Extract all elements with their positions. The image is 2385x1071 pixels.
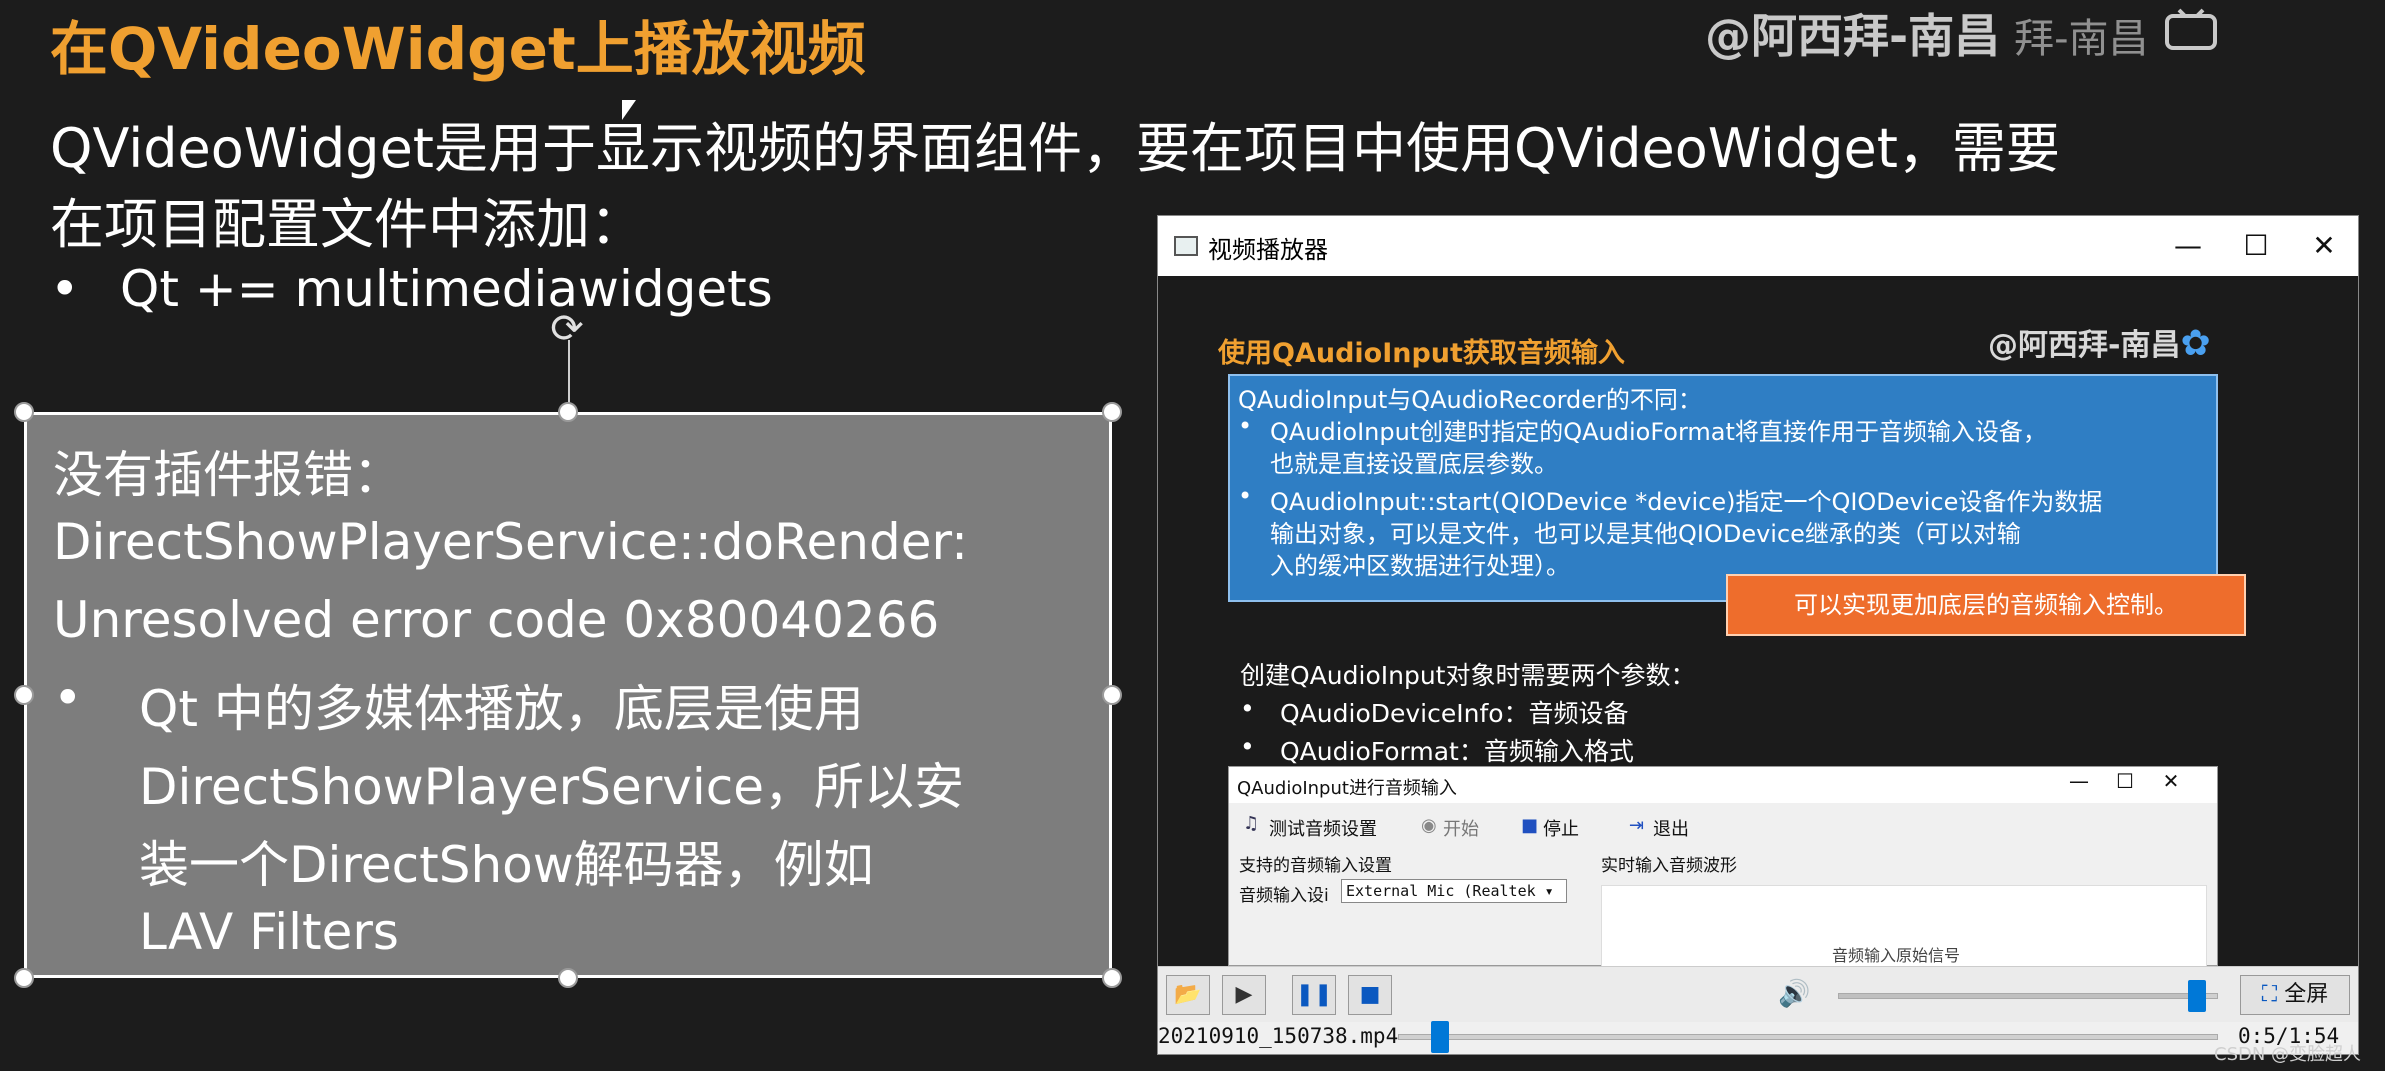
volume-slider[interactable] [1838,980,2218,1012]
test-audio-label: 测试音频设置 [1269,819,1377,840]
seek-slider[interactable] [1398,1021,2218,1053]
bullet-dot: • [1240,694,1255,723]
fullscreen-button[interactable]: ⛶ 全屏 [2240,975,2350,1015]
play-button[interactable]: ▶ [1222,975,1266,1015]
params-intro: 创建QAudioInput对象时需要两个参数： [1240,661,1696,690]
config-bullet: • Qt += multimediawidgets [50,260,773,318]
explain-line-4: LAV Filters [139,903,399,961]
bullet-dot: • [1238,482,1253,510]
orange-note: 可以实现更加底层的音频输入控制。 [1726,574,2246,636]
control-bar: 📂 ▶ ❚❚ ■ 🔊 ⛶ 全屏 [1158,966,2358,1023]
bullet-dot: • [1240,732,1255,761]
bullet-dot: • [50,260,80,318]
window-title: 视频播放器 [1208,236,1328,264]
explain-line-1: Qt 中的多媒体播放，底层是使用 [139,680,864,738]
device-combo: External Mic (Realtek ▾ [1341,879,1567,903]
resize-handle-nw[interactable] [14,402,34,422]
video-player-window: 视频播放器 — ☐ ✕ 使用QAudioInput获取音频输入 @阿西拜-南昌✿… [1157,215,2359,1055]
inner-title-bar: QAudioInput进行音频输入 — ☐ ✕ [1229,767,2217,803]
inner-maximize-icon: ☐ [2116,769,2134,793]
resize-handle-sw[interactable] [14,968,34,988]
inner-toolbar: ♫ 测试音频设置 ◉ 开始 ■ 停止 ⇥ 退出 [1229,803,2217,849]
video-watermark-text: @阿西拜-南昌 [1988,328,2181,363]
video-heading: 使用QAudioInput获取音频输入 [1218,338,1625,369]
inner-minimize-icon: — [2069,769,2089,793]
device-label: 音频输入设i [1239,886,1329,906]
error-line-2: DirectShowPlayerService::doRender: [53,513,968,571]
resize-handle-se[interactable] [1102,968,1122,988]
exit-icon: ⇥ [1629,815,1645,836]
video-widget[interactable]: 使用QAudioInput获取音频输入 @阿西拜-南昌✿ QAudioInput… [1158,276,2358,966]
intro-line-1: QVideoWidget是用于显示视频的界面组件，要在项目中使用QVideoWi… [50,117,2060,180]
param-1: QAudioDeviceInfo：音频设备 [1280,699,1629,728]
watermark-text: @阿西拜-南昌 [1705,9,2001,63]
comparison-box: QAudioInput与QAudioRecorder的不同： • QAudioI… [1228,374,2218,602]
comparison-b1-line2: 也就是直接设置底层参数。 [1270,450,1558,478]
open-file-button[interactable]: 📂 [1166,975,1210,1015]
fullscreen-label: 全屏 [2284,982,2329,1007]
fullscreen-icon: ⛶ [2261,982,2278,1007]
bullet-dot: • [1238,412,1253,440]
app-icon [1174,236,1198,256]
comparison-title: QAudioInput与QAudioRecorder的不同： [1238,386,1702,414]
stop-label: 停止 [1543,819,1579,840]
inner-window-title: QAudioInput进行音频输入 [1237,778,1457,799]
device-value: External Mic (Realtek [1346,882,1536,900]
title-bar[interactable]: 视频播放器 — ☐ ✕ [1158,216,2358,276]
error-line-3: Unresolved error code 0x80040266 [53,591,940,649]
stop-square-icon: ■ [1521,815,1539,836]
resize-handle-w[interactable] [14,685,34,705]
rotate-handle-icon[interactable]: ⟳ [546,308,588,350]
maximize-button[interactable]: ☐ [2226,226,2286,266]
resize-handle-s[interactable] [558,968,578,988]
slide-title: 在QVideoWidget上播放视频 [50,15,866,83]
intro-line-2: 在项目配置文件中添加： [50,193,644,256]
comparison-b2-line2: 输出对象，可以是文件，也可以是其他QIODevice继承的类（可以对输 [1270,520,2021,548]
stop-button[interactable]: ■ [1348,975,1392,1015]
volume-fill [1839,994,2206,998]
config-line: Qt += multimediawidgets [120,260,773,318]
explain-line-3: 装一个DirectShow解码器，例如 [139,836,874,894]
volume-icon[interactable]: 🔊 [1778,979,1810,1009]
wave-caption: 音频输入原始信号 [1832,946,1961,965]
exit-label: 退出 [1653,819,1689,840]
video-watermark: @阿西拜-南昌✿ [1988,320,2211,364]
comparison-b1-line1: QAudioInput创建时指定的QAudioFormat将直接作用于音频输入设… [1270,418,2047,446]
status-bar: 20210910_150738.mp4 0:5/1:54 [1158,1021,2358,1054]
waveform-group: 实时输入音频波形 [1601,856,1737,876]
start-radio-icon: ◉ [1421,815,1437,836]
bilibili-logo-icon [2163,5,2219,65]
error-text-box[interactable]: 没有插件报错： DirectShowPlayerService::doRende… [24,412,1112,978]
csdn-watermark: CSDN @变脸超人 [2214,1044,2362,1065]
file-name: 20210910_150738.mp4 [1158,1024,1399,1048]
pause-button[interactable]: ❚❚ [1292,975,1336,1015]
inner-close-icon: ✕ [2162,769,2180,793]
waveform-chart: 音频输入原始信号 [1601,885,2207,966]
seek-thumb[interactable] [1431,1021,1449,1053]
comparison-b2-line1: QAudioInput::start(QIODevice *device)指定一… [1270,488,2103,516]
minimize-button[interactable]: — [2158,226,2218,266]
bullet-dot: • [53,669,83,727]
resize-handle-e[interactable] [1102,685,1122,705]
volume-thumb[interactable] [2188,980,2207,1012]
close-button[interactable]: ✕ [2294,226,2354,266]
supported-settings-group: 支持的音频输入设置 [1239,856,1392,876]
explain-line-2: DirectShowPlayerService，所以安 [139,758,964,816]
tv-logo-icon [2164,8,2217,50]
watermark: @阿西拜-南昌 拜-南昌 [1705,0,2219,66]
error-heading: 没有插件报错： [53,446,403,504]
inner-demo-window: QAudioInput进行音频输入 — ☐ ✕ ♫ 测试音频设置 ◉ 开始 ■ … [1228,766,2218,966]
comparison-b2-line3: 入的缓冲区数据进行处理）。 [1270,552,1570,580]
bilibili-logo-icon: ✿ [2180,323,2211,364]
watermark-sub: 拜-南昌 [2014,16,2149,62]
resize-handle-n[interactable] [558,402,578,422]
param-2: QAudioFormat：音频输入格式 [1280,737,1634,766]
start-label: 开始 [1443,819,1479,840]
music-icon: ♫ [1243,813,1260,834]
resize-handle-ne[interactable] [1102,402,1122,422]
